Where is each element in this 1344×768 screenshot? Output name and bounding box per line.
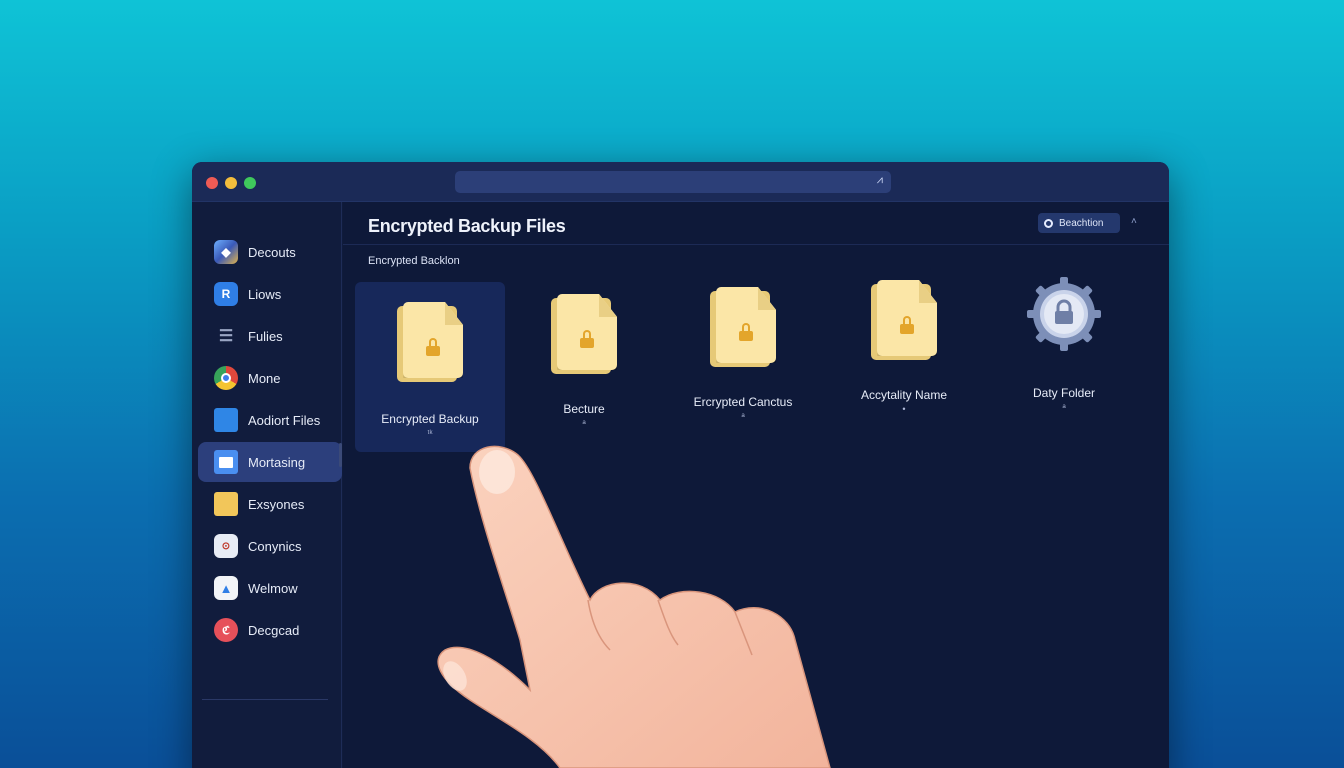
drive-icon: ▲ bbox=[214, 576, 238, 600]
close-window-button[interactable] bbox=[206, 177, 218, 189]
locked-folder-icon bbox=[551, 294, 617, 374]
sidebar-item-label: Welmow bbox=[248, 580, 298, 596]
gear-lock-icon bbox=[1026, 276, 1102, 352]
circle-icon: ℭ bbox=[214, 618, 238, 642]
file-manager-window: ⩘ ◆ Decouts R Liows ☰ Fulies Mone Aodior… bbox=[192, 162, 1169, 768]
locked-folder-icon bbox=[871, 280, 937, 360]
folder-icon bbox=[214, 492, 238, 516]
file-meta: ᵃ bbox=[1062, 402, 1066, 412]
chevron-up-icon[interactable]: ˄ bbox=[1131, 216, 1137, 227]
sidebar-item-decgcad[interactable]: ℭ Decgcad bbox=[198, 610, 342, 650]
sidebar-item-welmow[interactable]: ▲ Welmow bbox=[198, 568, 342, 608]
sidebar-item-mone[interactable]: Mone bbox=[198, 358, 342, 398]
sidebar-item-label: Mone bbox=[248, 370, 281, 386]
file-meta: • bbox=[902, 404, 906, 414]
file-meta: ᵗᵏ bbox=[427, 428, 433, 438]
sidebar-item-decouts[interactable]: ◆ Decouts bbox=[198, 232, 342, 272]
list-icon: ☰ bbox=[218, 328, 234, 345]
locked-folder-icon bbox=[397, 302, 463, 382]
file-name: Ercrypted Canctus bbox=[693, 395, 793, 409]
page-title: Encrypted Backup Files bbox=[368, 216, 566, 236]
file-meta: ᵃ bbox=[582, 418, 586, 428]
locked-folder-icon bbox=[710, 287, 776, 367]
lock-icon bbox=[739, 323, 753, 341]
file-tile-ercrypted-canctus[interactable]: Ercrypted Canctus ᵃ bbox=[668, 287, 818, 421]
sidebar-divider bbox=[202, 699, 328, 700]
sidebar-item-mortasing[interactable]: Mortasing bbox=[198, 442, 342, 482]
document-icon: ⊙ bbox=[214, 534, 238, 558]
location-pin-icon bbox=[1044, 218, 1053, 228]
folder-icon bbox=[214, 450, 238, 474]
file-name: Accytality Name bbox=[860, 388, 948, 402]
sidebar-item-exsyones[interactable]: Exsyones bbox=[198, 484, 342, 524]
sidebar-item-label: Fulies bbox=[248, 328, 283, 344]
sidebar-item-label: Decgcad bbox=[248, 622, 300, 638]
section-label: Encrypted Backlon bbox=[368, 255, 460, 267]
file-name: Encrypted Backup bbox=[381, 412, 479, 426]
lock-icon bbox=[580, 330, 594, 348]
file-tile-accytality-name[interactable]: Accytality Name • bbox=[829, 280, 979, 414]
sidebar: ◆ Decouts R Liows ☰ Fulies Mone Aodiort … bbox=[192, 202, 342, 768]
file-name: Becture bbox=[563, 402, 605, 416]
file-meta: ᵃ bbox=[741, 411, 745, 421]
sidebar-item-conynics[interactable]: ⊙ Conynics bbox=[198, 526, 342, 566]
address-bar[interactable]: ⩘ bbox=[455, 171, 891, 193]
sidebar-item-liows[interactable]: R Liows bbox=[198, 274, 342, 314]
minimize-window-button[interactable] bbox=[225, 177, 237, 189]
app-icon: R bbox=[214, 282, 238, 306]
main-content: Encrypted Backup Files Beachtion ˄ Encry… bbox=[343, 202, 1169, 768]
sidebar-item-label: Liows bbox=[248, 286, 282, 302]
sidebar-item-label: Conynics bbox=[248, 538, 302, 554]
file-tile-daty-folder[interactable]: Daty Folder ᵃ bbox=[989, 276, 1139, 412]
share-icon[interactable]: ⩘ bbox=[877, 174, 883, 187]
title-bar: ⩘ bbox=[192, 162, 1169, 202]
filter-button[interactable]: Beachtion bbox=[1038, 213, 1120, 233]
sidebar-item-label: Aodiort Files bbox=[248, 412, 321, 428]
chrome-icon bbox=[214, 366, 238, 390]
sidebar-item-label: Mortasing bbox=[248, 454, 306, 470]
folder-icon bbox=[214, 408, 238, 432]
sidebar-item-fulies[interactable]: ☰ Fulies bbox=[198, 316, 342, 356]
file-tile-encrypted-backup[interactable]: Encrypted Backup ᵗᵏ bbox=[355, 282, 505, 452]
header-divider bbox=[343, 244, 1169, 245]
file-name: Daty Folder bbox=[1032, 386, 1096, 400]
cube-icon: ◆ bbox=[214, 240, 238, 264]
sidebar-scrollbar[interactable] bbox=[339, 443, 342, 467]
lock-icon bbox=[426, 338, 440, 356]
sidebar-item-label: Exsyones bbox=[248, 496, 305, 512]
sidebar-item-label: Decouts bbox=[248, 244, 296, 260]
zoom-window-button[interactable] bbox=[244, 177, 256, 189]
filter-label: Beachtion bbox=[1059, 217, 1104, 229]
file-tile-becture[interactable]: Becture ᵃ bbox=[509, 294, 659, 428]
lock-icon bbox=[900, 316, 914, 334]
sidebar-item-aodiort-files[interactable]: Aodiort Files bbox=[198, 400, 342, 440]
